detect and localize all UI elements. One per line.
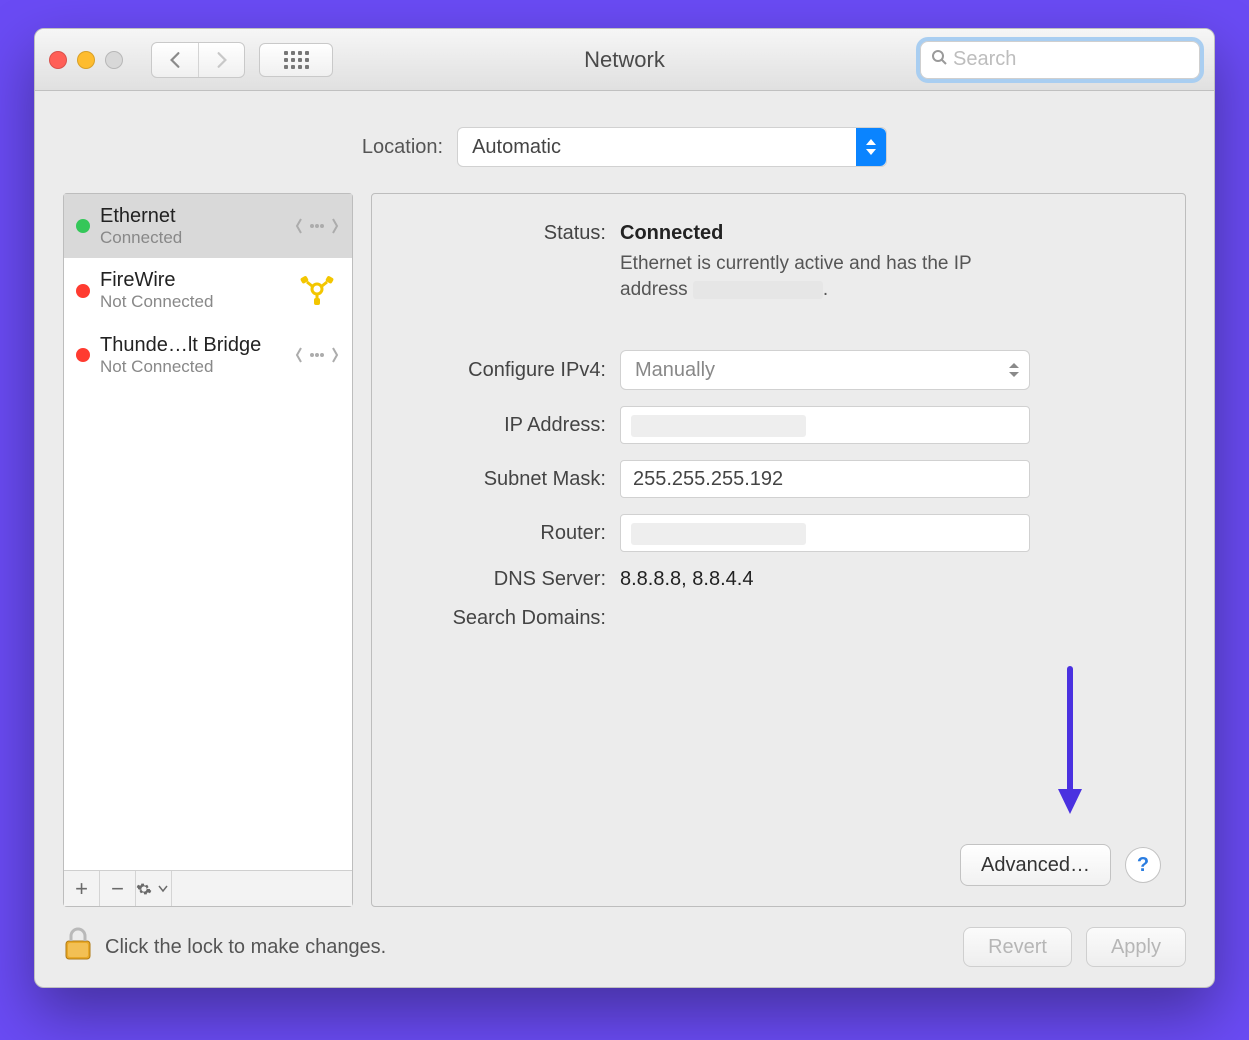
search-icon	[931, 49, 947, 70]
configure-ipv4-value: Manually	[635, 359, 715, 382]
interface-name: Ethernet	[100, 204, 294, 228]
router-input[interactable]	[620, 514, 1030, 552]
interfaces-list: Ethernet Connected FireWire Not Connecte…	[64, 194, 352, 870]
configure-ipv4-select[interactable]: Manually	[620, 350, 1030, 390]
redacted-ip	[693, 281, 823, 299]
minimize-window-button[interactable]	[77, 51, 95, 69]
interface-status: Connected	[100, 228, 294, 248]
lock-text: Click the lock to make changes.	[105, 936, 386, 959]
location-value: Automatic	[472, 136, 561, 159]
show-all-button[interactable]	[259, 43, 333, 77]
nav-buttons	[151, 42, 245, 78]
search-domains-label: Search Domains:	[400, 607, 620, 630]
lock-icon[interactable]	[63, 926, 93, 968]
annotation-arrow	[1055, 664, 1085, 830]
close-window-button[interactable]	[49, 51, 67, 69]
footer: Click the lock to make changes. Revert A…	[35, 907, 1214, 987]
forward-button[interactable]	[198, 43, 244, 77]
status-dot-icon	[76, 348, 90, 362]
titlebar: Network	[35, 29, 1214, 91]
status-value: Connected	[620, 222, 1157, 245]
status-dot-icon	[76, 219, 90, 233]
advanced-button[interactable]: Advanced…	[960, 844, 1111, 886]
dns-server-label: DNS Server:	[400, 568, 620, 591]
sidebar-item-thunderbolt-bridge[interactable]: Thunde…lt Bridge Not Connected	[64, 323, 352, 387]
ip-address-input[interactable]	[620, 406, 1030, 444]
revert-button[interactable]: Revert	[963, 927, 1072, 967]
traffic-lights	[49, 51, 123, 69]
sidebar-toolbar: + −	[64, 870, 352, 906]
grid-icon	[284, 51, 309, 69]
status-label: Status:	[400, 222, 620, 245]
status-dot-icon	[76, 284, 90, 298]
back-button[interactable]	[152, 43, 198, 77]
configure-ipv4-label: Configure IPv4:	[400, 359, 620, 382]
ethernet-icon	[294, 206, 340, 246]
interface-name: Thunde…lt Bridge	[100, 333, 294, 357]
subnet-mask-label: Subnet Mask:	[400, 468, 620, 491]
interface-actions-menu[interactable]	[136, 871, 172, 906]
ip-address-label: IP Address:	[400, 414, 620, 437]
content-body: Ethernet Connected FireWire Not Connecte…	[35, 193, 1214, 907]
thunderbolt-bridge-icon	[294, 335, 340, 375]
sidebar-item-firewire[interactable]: FireWire Not Connected	[64, 258, 352, 322]
dns-server-value: 8.8.8.8, 8.8.4.4	[620, 568, 1157, 591]
interface-status: Not Connected	[100, 357, 294, 377]
interfaces-sidebar: Ethernet Connected FireWire Not Connecte…	[63, 193, 353, 907]
apply-button[interactable]: Apply	[1086, 927, 1186, 967]
location-label: Location:	[362, 136, 443, 159]
network-preferences-window: Network Location: Automatic Ethernet Co	[34, 28, 1215, 988]
sidebar-item-ethernet[interactable]: Ethernet Connected	[64, 194, 352, 258]
status-description: Ethernet is currently active and has the…	[620, 251, 1030, 302]
add-interface-button[interactable]: +	[64, 871, 100, 906]
search-field[interactable]	[920, 41, 1200, 79]
router-label: Router:	[400, 522, 620, 545]
interface-details-panel: Status: Connected Ethernet is currently …	[371, 193, 1186, 907]
sidebar-toolbar-spacer	[172, 871, 352, 906]
location-select[interactable]: Automatic	[457, 127, 887, 167]
interface-status: Not Connected	[100, 292, 294, 312]
help-button[interactable]: ?	[1125, 847, 1161, 883]
remove-interface-button[interactable]: −	[100, 871, 136, 906]
location-row: Location: Automatic	[35, 91, 1214, 193]
firewire-icon	[294, 271, 340, 311]
search-input[interactable]	[953, 48, 1215, 71]
subnet-mask-input[interactable]	[620, 460, 1030, 498]
interface-name: FireWire	[100, 268, 294, 292]
dropdown-arrows-icon	[1005, 357, 1023, 383]
dropdown-arrows-icon	[856, 128, 886, 166]
zoom-window-button	[105, 51, 123, 69]
